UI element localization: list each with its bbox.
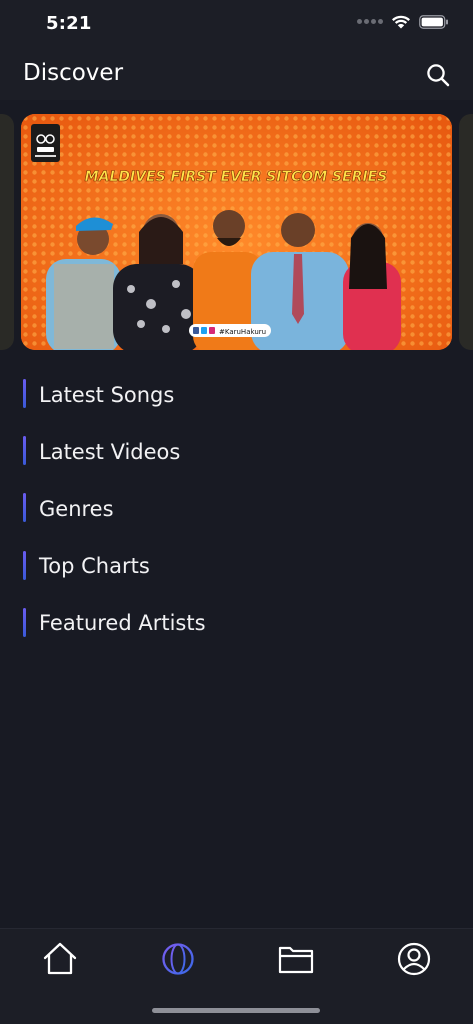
discover-section-list: Latest Songs Latest Videos Genres Top Ch… bbox=[0, 366, 473, 652]
section-latest-songs[interactable]: Latest Songs bbox=[0, 366, 473, 423]
banner-hashtag: #KaruHakuru bbox=[219, 328, 266, 336]
section-top-charts[interactable]: Top Charts bbox=[0, 538, 473, 595]
banner-artwork: MALDIVES FIRST EVER SITCOM SERIES #KaruH… bbox=[21, 114, 452, 350]
navigation-bar: Discover bbox=[0, 50, 473, 100]
globe-icon bbox=[162, 943, 194, 975]
next-banner-peek[interactable] bbox=[459, 114, 473, 350]
battery-icon bbox=[419, 14, 448, 29]
hashtag-pill: #KaruHakuru bbox=[189, 324, 271, 337]
section-label: Genres bbox=[39, 496, 114, 521]
banner-carousel[interactable]: MALDIVES FIRST EVER SITCOM SERIES #KaruH… bbox=[0, 114, 473, 350]
section-accent-bar bbox=[23, 493, 26, 523]
search-icon bbox=[427, 64, 450, 87]
section-accent-bar bbox=[23, 550, 26, 580]
banner-headline: MALDIVES FIRST EVER SITCOM SERIES bbox=[85, 169, 388, 185]
tab-profile[interactable] bbox=[394, 939, 434, 979]
search-button[interactable] bbox=[425, 62, 451, 88]
section-genres[interactable]: Genres bbox=[0, 480, 473, 537]
featured-banner[interactable]: MALDIVES FIRST EVER SITCOM SERIES #KaruH… bbox=[21, 114, 452, 350]
status-indicators bbox=[357, 14, 449, 29]
show-logo bbox=[31, 124, 60, 162]
section-accent-bar bbox=[23, 436, 26, 466]
section-label: Latest Videos bbox=[39, 439, 181, 464]
previous-banner-peek[interactable] bbox=[0, 114, 14, 350]
section-accent-bar bbox=[23, 379, 26, 408]
status-time: 5:21 bbox=[46, 13, 92, 34]
section-label: Top Charts bbox=[39, 554, 150, 579]
folder-icon bbox=[278, 946, 314, 974]
tab-home[interactable] bbox=[40, 939, 80, 979]
home-indicator[interactable] bbox=[152, 1008, 320, 1013]
section-accent-bar bbox=[23, 607, 26, 637]
tab-library[interactable] bbox=[276, 939, 316, 979]
profile-icon bbox=[397, 942, 431, 976]
status-bar: 5:21 bbox=[0, 0, 473, 50]
home-icon bbox=[43, 942, 77, 975]
cellular-signal-icon bbox=[357, 19, 383, 24]
section-featured-artists[interactable]: Featured Artists bbox=[0, 595, 473, 652]
section-latest-videos[interactable]: Latest Videos bbox=[0, 423, 473, 480]
section-label: Featured Artists bbox=[39, 611, 206, 636]
section-label: Latest Songs bbox=[39, 382, 175, 407]
page-title: Discover bbox=[23, 60, 124, 86]
wifi-icon bbox=[392, 15, 410, 29]
tab-discover[interactable] bbox=[158, 939, 198, 979]
